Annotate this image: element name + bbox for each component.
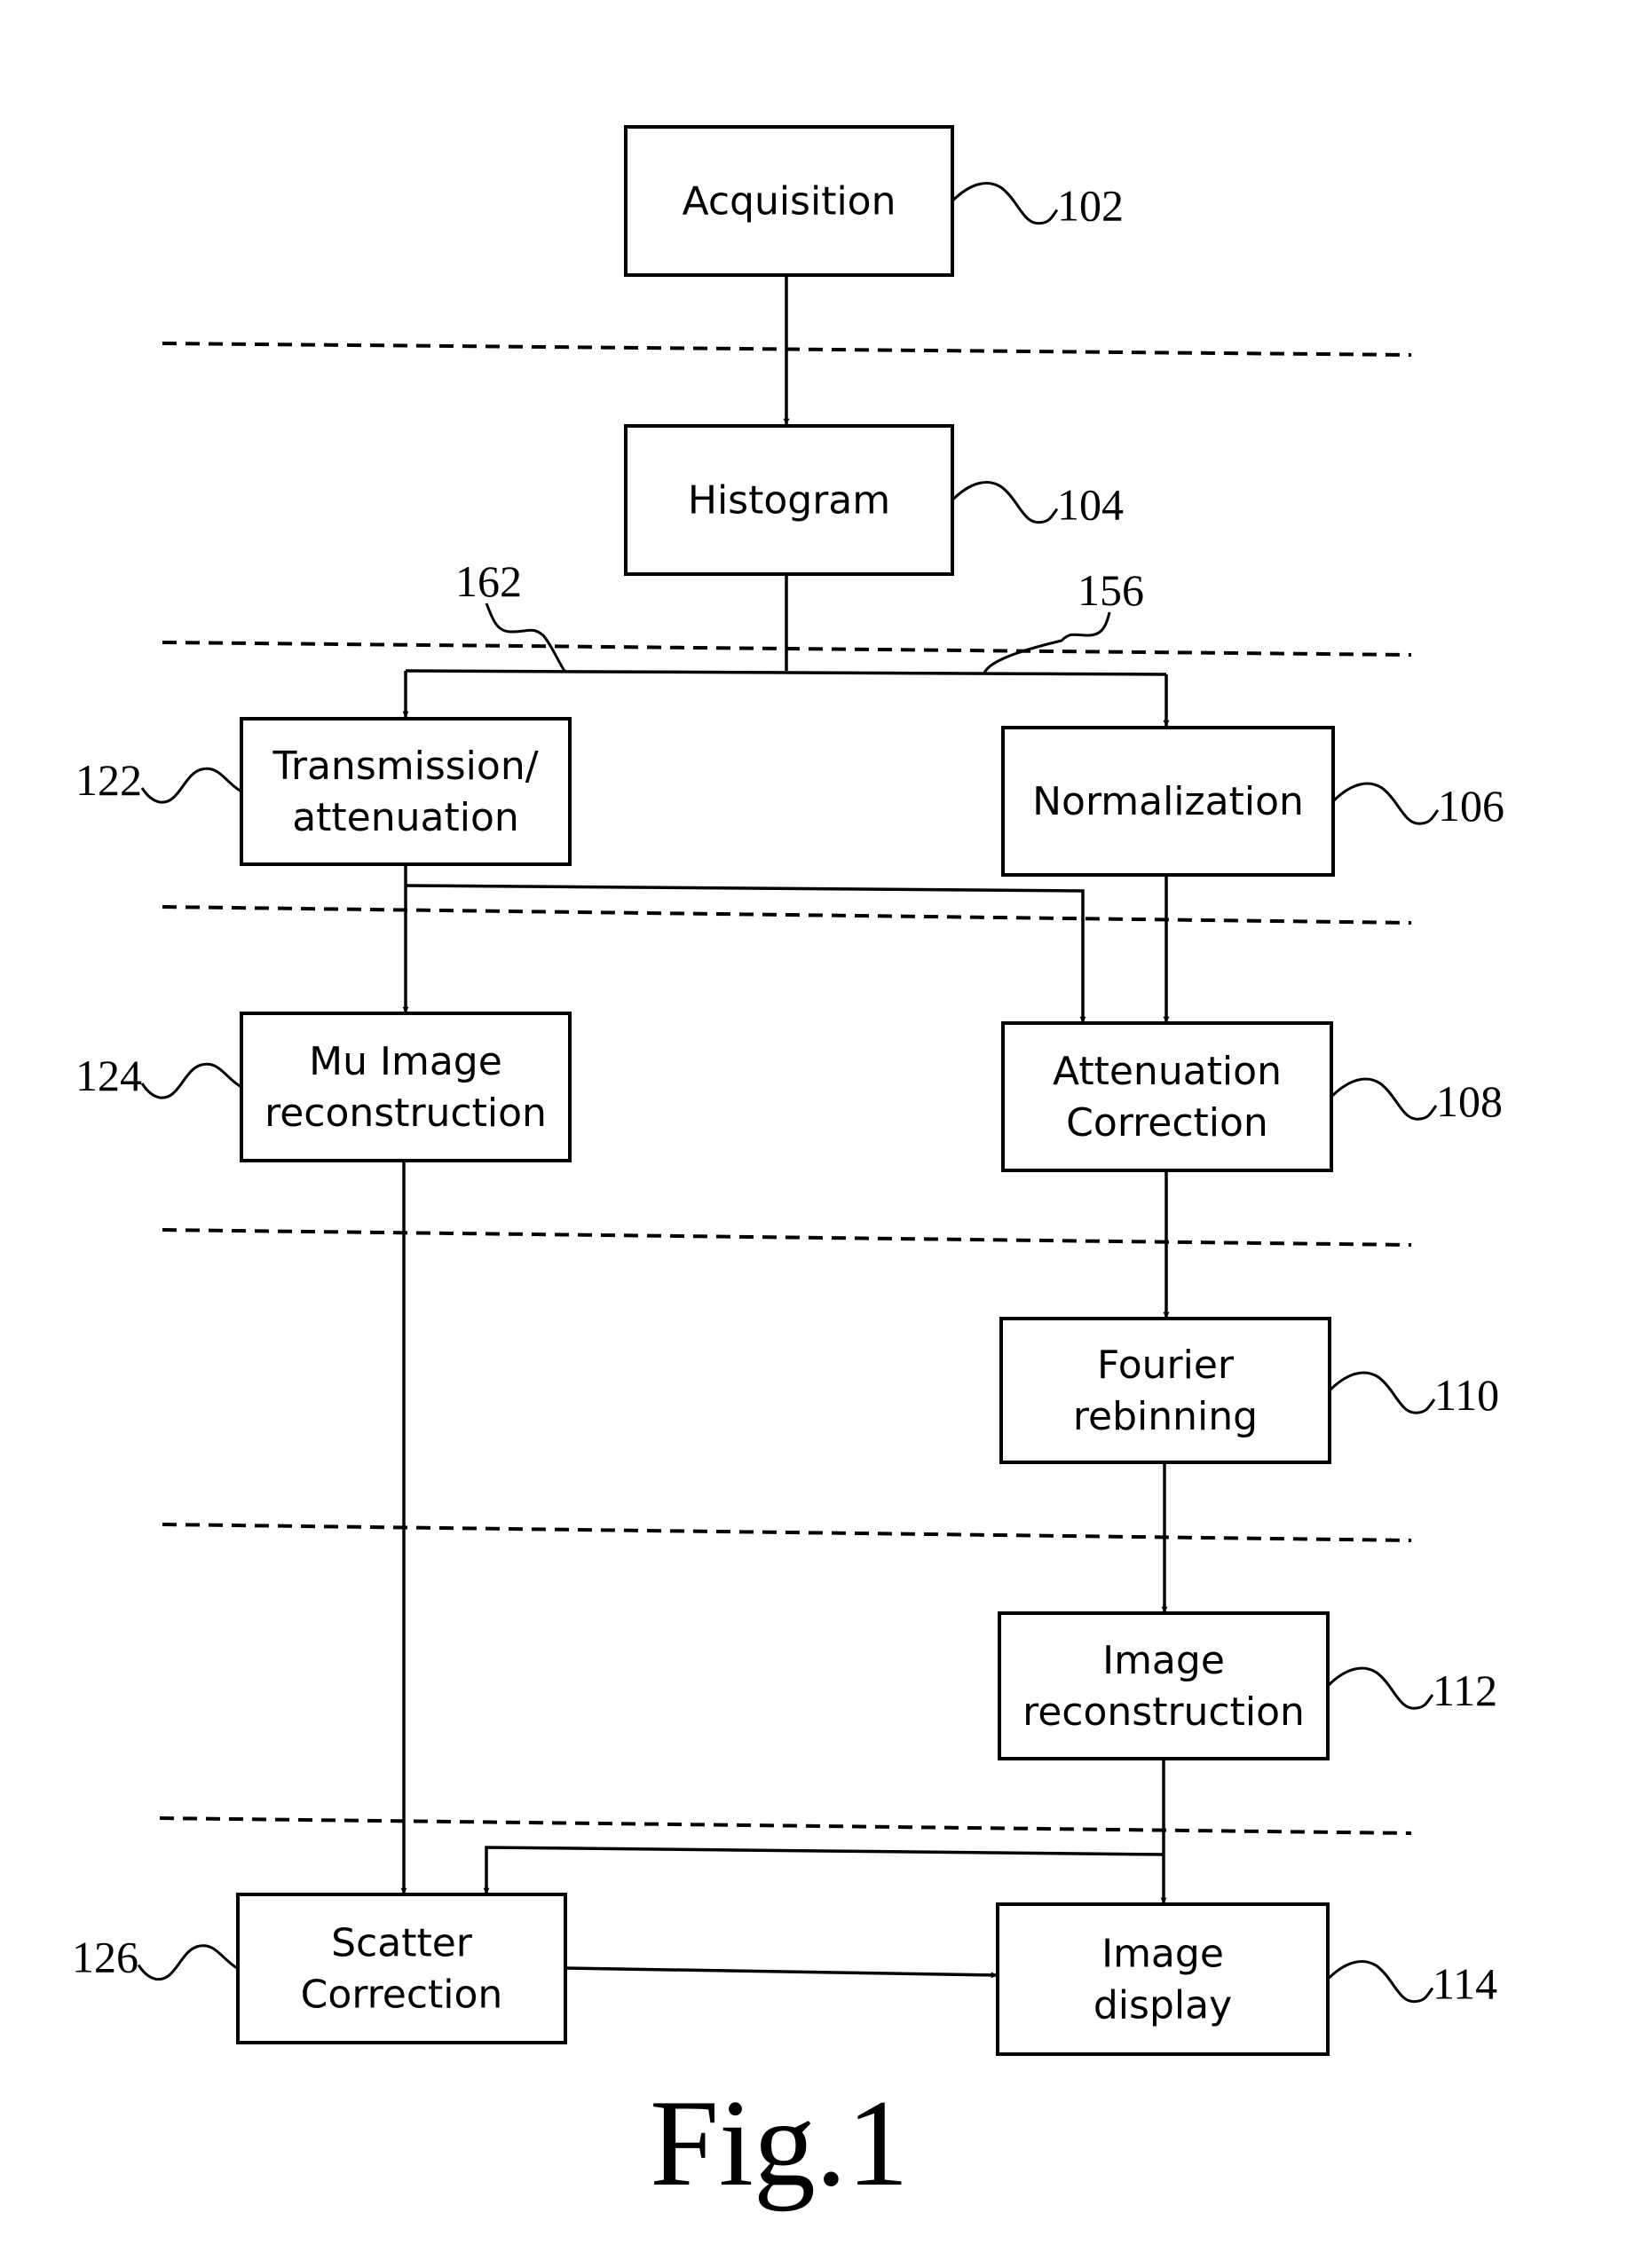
ref-label: 122: [75, 755, 142, 805]
leader-124: [140, 1062, 242, 1099]
ref-106: 106: [1331, 781, 1504, 831]
leader-102: [951, 182, 1059, 225]
leader-108: [1330, 1077, 1438, 1121]
block-attenuation-correction: Attenuation Correction: [1001, 1021, 1333, 1172]
block-fourier: Fourier rebinning: [999, 1317, 1331, 1464]
block-scatter: Scatter Correction: [236, 1893, 567, 2044]
ref-112: 112: [1326, 1666, 1497, 1715]
leader-162: [485, 602, 566, 672]
separator-line: [162, 905, 1412, 925]
figure-caption: Fig.1: [650, 2075, 909, 2212]
arrow-transmission-to-attenuation-correction: [405, 884, 1086, 1023]
block-histogram: Histogram: [624, 424, 954, 576]
arrow-image-reconstruction-to-scatter: [483, 1846, 1164, 1894]
block-frame: [240, 1012, 572, 1162]
leader-126: [137, 1944, 239, 1981]
block-transmission: Transmission/attenuation: [240, 717, 572, 866]
ref-label: 114: [1433, 1959, 1497, 2009]
leader-106: [1331, 782, 1440, 825]
block-acquisition: Acquisition: [624, 125, 954, 277]
split-bus-line: [405, 669, 1167, 676]
block-image-reconstruction: Image reconstruction: [998, 1611, 1330, 1760]
leader-110: [1328, 1371, 1436, 1414]
flowchart-diagram: 162 156 Acquisition 102 Histogram 104 Transm…: [72, 125, 1504, 2212]
ref-126: 126: [72, 1933, 239, 1982]
block-normalization: Normalization: [1001, 726, 1335, 877]
ref-108: 108: [1330, 1076, 1503, 1126]
block-mu-image: Mu Image reconstruction: [240, 1012, 572, 1162]
ref-label: 102: [1057, 181, 1124, 231]
block-label: Mu Image: [309, 1039, 502, 1084]
block-frame: [999, 1317, 1331, 1464]
block-label: Attenuation: [1053, 1049, 1282, 1094]
block-label: Acquisition: [683, 179, 896, 224]
block-frame: [1001, 1021, 1333, 1172]
ref-label: 108: [1436, 1076, 1503, 1126]
ref-label: 104: [1057, 480, 1124, 530]
block-label: Image: [1101, 1932, 1224, 1977]
block-label: rebinning: [1073, 1394, 1258, 1439]
leader-112: [1326, 1666, 1434, 1710]
ref-124: 124: [75, 1051, 242, 1100]
arrow-scatter-to-image-display: [564, 1966, 998, 1979]
ref-label: 124: [75, 1051, 142, 1100]
block-frame: [998, 1611, 1330, 1760]
ref-102: 102: [951, 181, 1124, 231]
leader-156: [982, 611, 1111, 675]
ref-label: 110: [1434, 1370, 1499, 1420]
block-label: Correction: [1066, 1100, 1268, 1146]
block-frame: [996, 1902, 1330, 2056]
ref-label: 106: [1438, 781, 1504, 831]
leader-114: [1326, 1960, 1434, 2004]
ref-label: 126: [72, 1933, 138, 1982]
block-label: display: [1093, 1983, 1232, 2028]
block-label: attenuation: [292, 795, 519, 840]
leader-104: [951, 481, 1059, 524]
block-label: Scatter: [331, 1921, 473, 1966]
ref-104: 104: [951, 480, 1124, 530]
ref-label: 112: [1433, 1666, 1497, 1715]
block-label: reconstruction: [1022, 1689, 1305, 1735]
block-label: Histogram: [688, 478, 890, 524]
separator-line: [159, 1816, 1412, 1835]
block-frame: [240, 717, 572, 866]
block-label: Image: [1102, 1638, 1225, 1683]
block-label: Fourier: [1097, 1343, 1235, 1388]
ref-label-156: 156: [1078, 565, 1144, 615]
ref-122: 122: [75, 755, 242, 805]
block-label: Correction: [301, 1973, 503, 2018]
block-label: Normalization: [1032, 779, 1304, 824]
block-frame: [236, 1893, 567, 2044]
block-label: reconstruction: [264, 1091, 547, 1136]
ref-110: 110: [1328, 1370, 1499, 1420]
leader-122: [140, 767, 242, 804]
block-image-display: Image display: [996, 1902, 1330, 2056]
ref-label-162: 162: [455, 556, 522, 606]
block-label: Transmission/: [272, 744, 538, 789]
separator-line: [162, 1228, 1412, 1247]
separator-line: [162, 1523, 1412, 1542]
ref-114: 114: [1326, 1959, 1497, 2009]
